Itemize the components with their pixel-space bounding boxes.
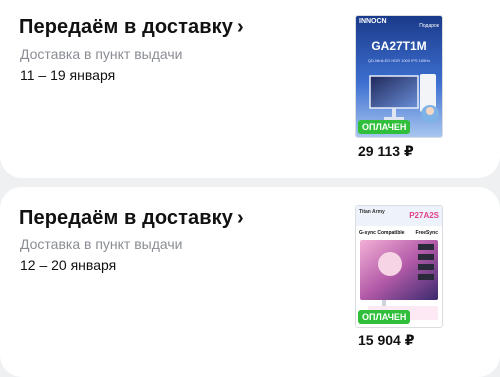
paid-badge: ОПЛАЧЕН — [358, 120, 411, 134]
order-price: 29 113 ₽ — [358, 143, 414, 159]
product-specs: QD-MiniLED HDR 1000 IPS 165Hz — [367, 58, 431, 63]
delivery-method: Доставка в пункт выдачи — [20, 46, 183, 62]
brand-logo-text: INNOCN — [359, 18, 387, 25]
freesync-label: FreeSync — [415, 230, 438, 236]
product-thumbnail[interactable]: INNOCN Подарок GA27T1M QD-MiniLED HDR 10… — [355, 15, 443, 138]
order-status-title: Передаём в доставку — [19, 207, 233, 229]
order-card-1[interactable]: Передаём в доставку › Доставка в пункт вы… — [0, 0, 500, 178]
order-price: 15 904 ₽ — [358, 332, 415, 348]
order-status-link[interactable]: Передаём в доставку › — [19, 16, 244, 39]
order-card-2[interactable]: Передаём в доставку › Доставка в пункт вы… — [0, 187, 500, 377]
monitor-product-image — [356, 16, 442, 137]
delivery-dates: 11 – 19 января — [20, 67, 116, 83]
chevron-right-icon: › — [237, 207, 244, 229]
product-thumbnail[interactable]: Titan Army P27A2S G-sync Compatible Free… — [355, 205, 443, 328]
order-status-link[interactable]: Передаём в доставку › — [19, 207, 244, 230]
product-model: GA27T1M — [371, 39, 427, 53]
chevron-right-icon: › — [237, 16, 244, 38]
product-model: P27A2S — [409, 211, 439, 220]
delivery-method: Доставка в пункт выдачи — [20, 236, 183, 252]
delivery-dates: 12 – 20 января — [20, 257, 117, 273]
brand-logo-text: Titan Army — [359, 209, 385, 215]
order-status-title: Передаём в доставку — [19, 16, 233, 38]
monitor-product-image — [356, 206, 442, 327]
paid-badge: ОПЛАЧЕН — [358, 310, 411, 324]
gsync-label: G-sync Compatible — [359, 230, 405, 236]
promo-tag: Подарок — [419, 23, 439, 29]
